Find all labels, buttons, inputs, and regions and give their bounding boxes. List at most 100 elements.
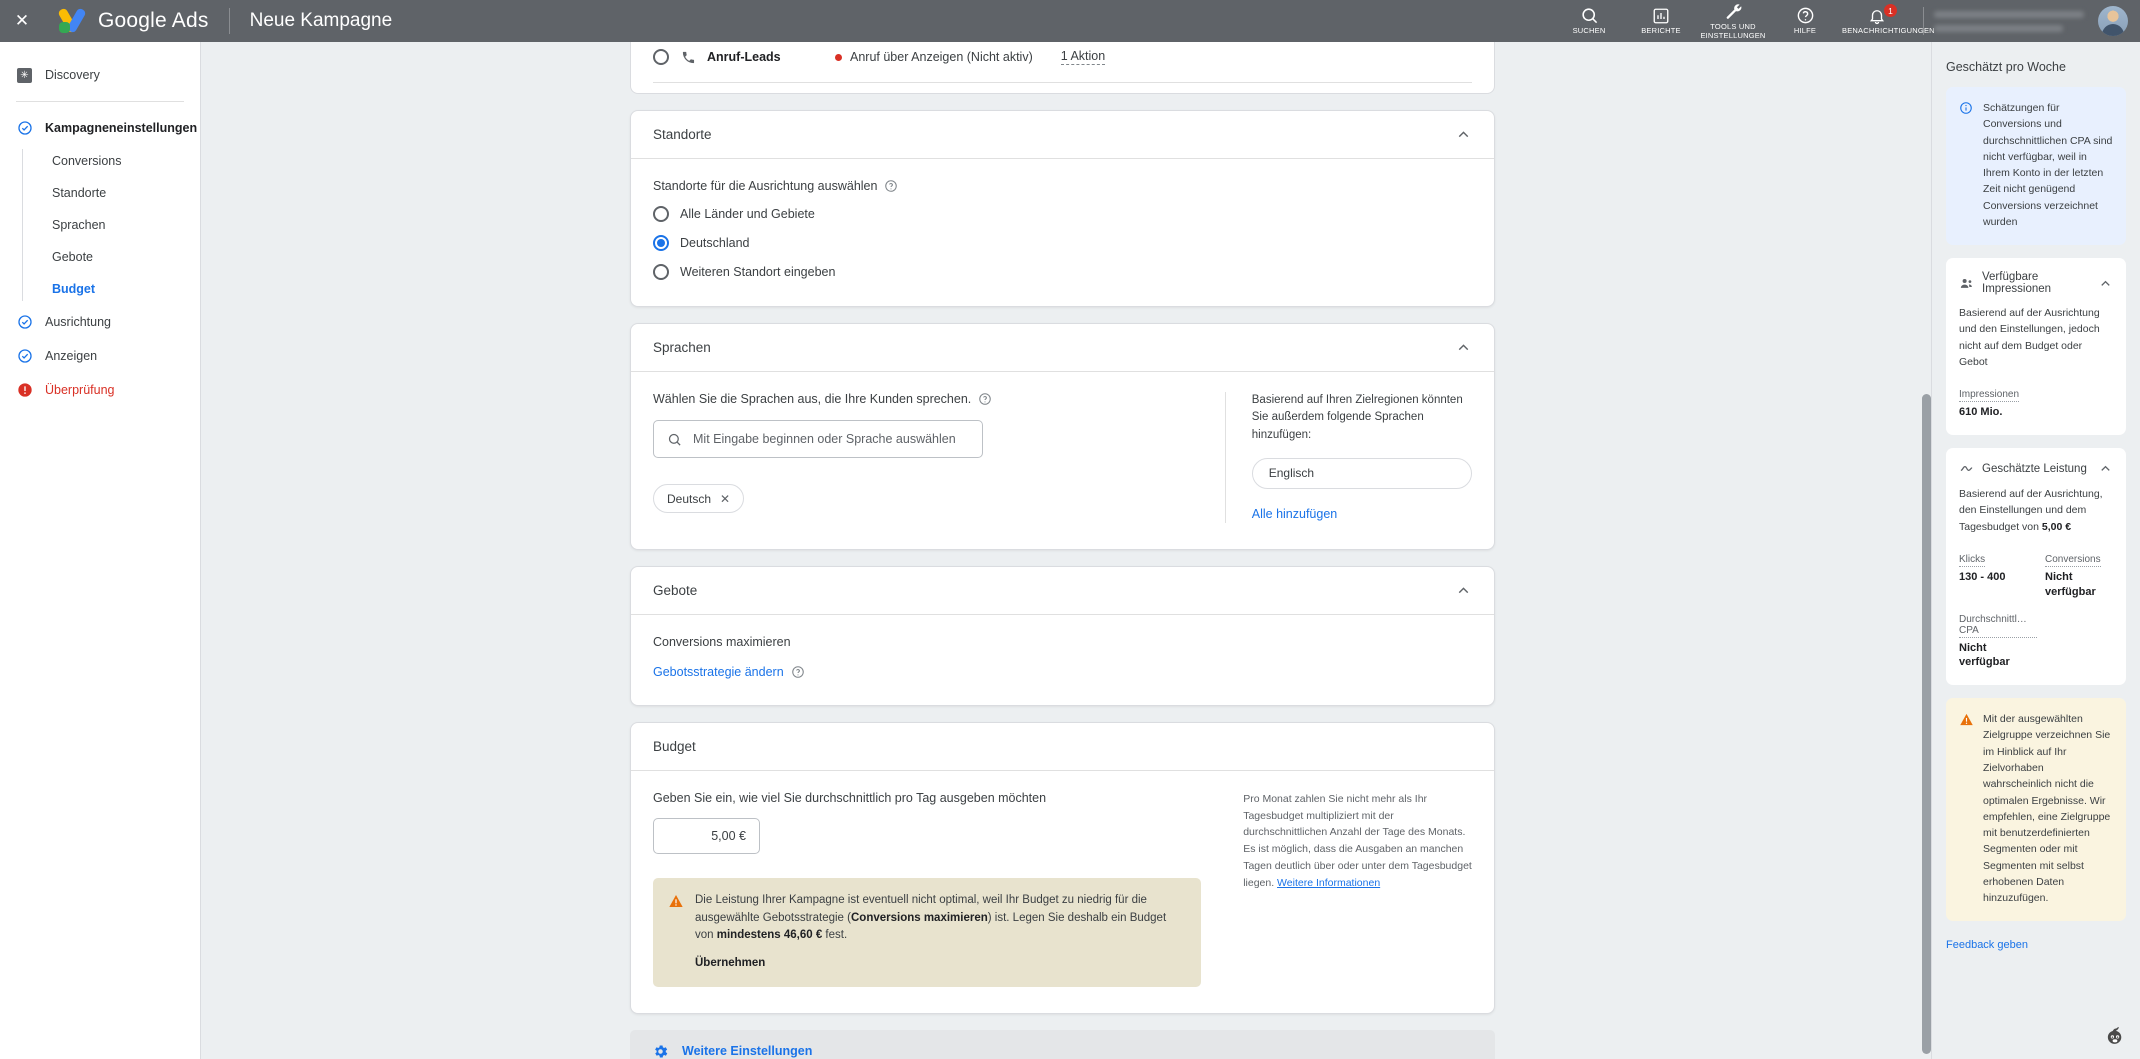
conversion-action-link[interactable]: 1 Aktion [1060,49,1106,65]
impressions-metric-value: 610 Mio. [1959,406,2003,419]
performance-metrics-row2: Durchschnittl… CPA Nicht verfügbar [1959,614,2113,671]
main-scrollbar[interactable] [1922,394,1931,1054]
top-bar: ✕ Google Ads Neue Kampagne SUCHEN BERICH… [0,0,2140,42]
apply-budget-button[interactable]: Übernehmen [695,957,765,969]
metric-cpa-label[interactable]: Durchschnittl… CPA [1959,614,2037,638]
chevron-up-icon[interactable] [1455,582,1472,599]
metric-conversions-label[interactable]: Conversions [2045,554,2101,567]
error-circle-icon [16,382,33,399]
impressions-card: Verfügbare Impressionen Basierend auf de… [1946,258,2126,436]
search-icon [667,432,682,447]
location-option-other-label: Weiteren Standort eingeben [680,265,836,279]
radio-other-location[interactable] [653,264,669,280]
estimates-info-card: Schätzungen für Conversions und durchsch… [1946,87,2126,246]
sidebar-subnav: Conversions Standorte Sprachen Gebote Bu… [22,145,200,305]
more-settings-label: Weitere Einstellungen [682,1044,813,1059]
budget-amount-input[interactable]: 5,00 € [653,817,760,854]
search-button[interactable]: SUCHEN [1553,0,1625,42]
suggested-language-chip[interactable]: Englisch [1251,457,1472,489]
help-button[interactable]: HILFE [1769,0,1841,42]
add-all-languages-link[interactable]: Alle hinzufügen [1252,507,1337,521]
audience-icon [1959,276,1974,291]
discovery-icon: ✳ [16,67,33,84]
languages-right: Basierend auf Ihren Zielregionen könnten… [1224,392,1472,523]
metric-klicks-label[interactable]: Klicks [1959,554,1986,567]
sidebar-item-anzeigen[interactable]: Anzeigen [0,339,200,373]
performance-description-budget: 5,00 € [2041,520,2072,533]
more-settings-button[interactable]: Weitere Einstellungen [630,1030,1495,1059]
bidding-card-header[interactable]: Gebote [631,567,1494,615]
sidebar-item-budget[interactable]: Budget [22,273,200,305]
trend-line-icon [1959,461,1974,476]
impressions-metric-label[interactable]: Impressionen [1959,389,2020,403]
chevron-up-icon[interactable] [2098,276,2113,291]
budget-card-body: Geben Sie ein, wie viel Sie durchschnitt… [631,771,1494,1013]
radio-all-countries[interactable] [653,206,669,222]
sidebar-item-sprachen[interactable]: Sprachen [22,209,200,241]
change-bidding-strategy-link[interactable]: Gebotsstrategie ändern [653,665,784,679]
location-option-all[interactable]: Alle Länder und Gebiete [653,206,1472,222]
sidebar-item-discovery-label: Discovery [45,68,100,82]
warning-triangle-icon [668,893,684,971]
feedback-link[interactable]: Feedback geben [1946,939,2028,951]
sidebar-item-gebote[interactable]: Gebote [22,241,200,273]
remove-icon[interactable]: ✕ [720,492,730,506]
performance-card-header[interactable]: Geschätzte Leistung [1959,461,2113,476]
check-circle-icon [16,120,33,137]
conversion-radio[interactable] [653,49,669,65]
performance-card: Geschätzte Leistung Basierend auf der Au… [1946,448,2126,686]
sidebar-item-ueberpruefung[interactable]: Überprüfung [0,373,200,407]
budget-card-header: Budget [631,723,1494,771]
monkey-mascot-icon[interactable] [2102,1025,2128,1051]
tools-settings-button[interactable]: TOOLS UND EINSTELLUNGEN [1697,0,1769,42]
chevron-up-icon[interactable] [2098,461,2113,476]
metric-conversions: Conversions Nicht verfügbar [2045,549,2113,600]
location-option-other[interactable]: Weiteren Standort eingeben [653,264,1472,280]
selected-language-chip[interactable]: Deutsch ✕ [653,484,745,513]
estimates-panel: Geschätzt pro Woche Schätzungen für Conv… [1931,42,2140,1059]
brand-label: Google Ads [98,9,209,32]
bidding-card: Gebote Conversions maximieren Gebotsstra… [630,565,1495,706]
conversion-action-row[interactable]: Anruf-Leads Anruf über Anzeigen (Nicht a… [631,42,1494,72]
google-ads-logo[interactable]: Google Ads [56,7,209,34]
tools-settings-label: TOOLS UND EINSTELLUNGEN [1700,21,1766,40]
sidebar-item-ausrichtung[interactable]: Ausrichtung [0,305,200,339]
google-ads-mark-icon [56,7,87,34]
locations-card: Standorte Standorte für die Ausrichtung … [630,110,1495,307]
sidebar-item-conversions[interactable]: Conversions [22,145,200,177]
impressions-card-header[interactable]: Verfügbare Impressionen [1959,271,2113,295]
reports-label: BERICHTE [1641,25,1681,35]
budget-warning-content: Die Leistung Ihrer Kampagne ist eventuel… [695,892,1184,971]
language-search-input[interactable]: Mit Eingabe beginnen oder Sprache auswäh… [653,420,983,458]
header-divider [228,8,230,34]
phone-icon [681,50,696,65]
account-info-blurred[interactable] [1934,10,2084,32]
close-icon[interactable]: ✕ [0,0,44,42]
sidebar-item-standorte[interactable]: Standorte [22,177,200,209]
sidebar-item-campaign-settings[interactable]: Kampagneneinstellungen [0,111,200,145]
reports-button[interactable]: BERICHTE [1625,0,1697,42]
avatar[interactable] [2098,6,2128,36]
more-information-link[interactable]: Weitere Informationen [1277,877,1380,889]
chevron-up-icon[interactable] [1455,339,1472,356]
wrench-icon [1724,2,1743,21]
chevron-up-icon[interactable] [1455,126,1472,143]
budget-side-note-text: Pro Monat zahlen Sie nicht mehr als Ihr … [1243,792,1472,889]
help-circle-icon[interactable] [791,665,805,679]
impressions-description: Basierend auf der Ausrichtung und den Ei… [1959,307,2100,368]
selected-language-label: Deutsch [667,491,712,506]
locations-prompt-row: Standorte für die Ausrichtung auswählen [653,179,1472,193]
sidebar-item-discovery[interactable]: ✳ Discovery [0,58,200,92]
gear-icon [652,1043,669,1059]
location-option-germany[interactable]: Deutschland [653,235,1472,251]
notifications-button[interactable]: 1 BENACHRICHTIGUNGEN [1841,0,1935,42]
help-circle-icon[interactable] [978,392,992,406]
sidebar-item-sprachen-label: Sprachen [52,218,106,232]
sidebar-item-ausrichtung-label: Ausrichtung [45,315,112,329]
main-content: Anruf-Leads Anruf über Anzeigen (Nicht a… [201,42,1931,1059]
languages-card-header[interactable]: Sprachen [631,324,1494,372]
page-title: Neue Kampagne [249,10,393,31]
radio-germany[interactable] [653,235,669,251]
locations-card-header[interactable]: Standorte [631,111,1494,159]
help-circle-icon[interactable] [884,179,898,193]
